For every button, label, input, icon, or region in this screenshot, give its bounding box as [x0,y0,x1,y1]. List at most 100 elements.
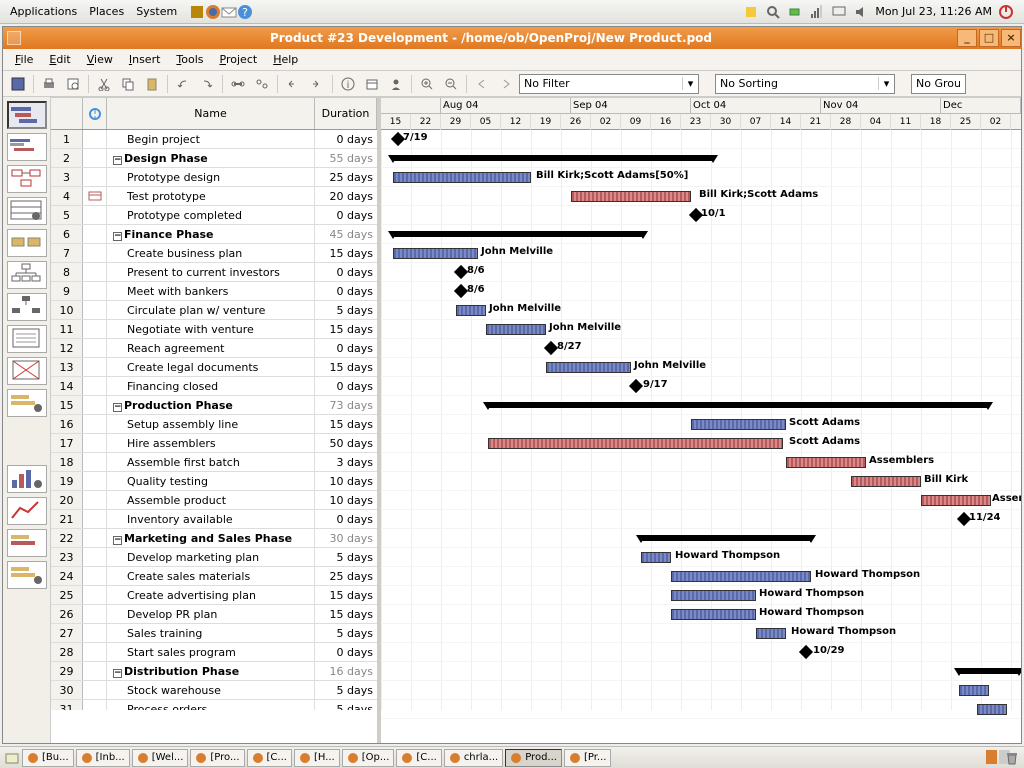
close-button[interactable]: × [1001,29,1021,47]
network-icon[interactable] [809,4,825,20]
taskbar-item[interactable]: [Op... [342,749,395,767]
duration-cell[interactable]: 0 days [315,206,377,224]
task-name-cell[interactable]: −Finance Phase [107,225,315,243]
table-row[interactable]: 13Create legal documents15 days [51,358,377,377]
print-button[interactable] [38,74,60,94]
task-bar[interactable] [486,324,546,335]
table-row[interactable]: 5Prototype completed0 days [51,206,377,225]
titlebar[interactable]: Product #23 Development - /home/ob/OpenP… [3,27,1021,49]
table-row[interactable]: 25Create advertising plan15 days [51,586,377,605]
assign-button[interactable] [385,74,407,94]
task-name-cell[interactable]: Prototype completed [107,206,315,224]
save-button[interactable] [7,74,29,94]
menu-view[interactable]: View [79,51,121,68]
task-name-cell[interactable]: −Production Phase [107,396,315,414]
firefox-icon[interactable] [205,4,221,20]
redo-button[interactable] [196,74,218,94]
cut-button[interactable] [93,74,115,94]
duration-cell[interactable]: 10 days [315,491,377,509]
view-chart-button[interactable] [7,497,47,525]
table-row[interactable]: 9Meet with bankers0 days [51,282,377,301]
task-name-cell[interactable]: Stock warehouse [107,681,315,699]
task-name-cell[interactable]: Meet with bankers [107,282,315,300]
taskbar-item[interactable]: [C... [247,749,292,767]
task-bar[interactable] [671,571,811,582]
table-row[interactable]: 2−Design Phase55 days [51,149,377,168]
calendar-button[interactable] [361,74,383,94]
nav-forward-button[interactable] [495,74,517,94]
col-name[interactable]: Name [107,98,315,129]
table-row[interactable]: 26Develop PR plan15 days [51,605,377,624]
battery-icon[interactable] [787,4,803,20]
duration-cell[interactable]: 15 days [315,320,377,338]
table-row[interactable]: 18Assemble first batch3 days [51,453,377,472]
view-report-button[interactable] [7,325,47,353]
view-noview-button[interactable] [7,357,47,385]
duration-cell[interactable]: 45 days [315,225,377,243]
duration-cell[interactable]: 5 days [315,681,377,699]
copy-button[interactable] [117,74,139,94]
gnome-menu-apps[interactable]: Applications [4,3,83,20]
summary-bar[interactable] [393,155,713,161]
table-row[interactable]: 31Process orders5 days [51,700,377,710]
task-bar[interactable] [977,704,1007,715]
summary-bar[interactable] [959,668,1019,674]
duration-cell[interactable]: 0 days [315,643,377,661]
task-name-cell[interactable]: Prototype design [107,168,315,186]
table-row[interactable]: 17Hire assemblers50 days [51,434,377,453]
zoom-in-button[interactable] [416,74,438,94]
table-row[interactable]: 21Inventory available0 days [51,510,377,529]
unlink-button[interactable] [251,74,273,94]
duration-cell[interactable]: 10 days [315,472,377,490]
taskbar-item[interactable]: [Inb... [76,749,130,767]
view-rbs-button[interactable] [7,293,47,321]
duration-cell[interactable]: 5 days [315,624,377,642]
updates-icon[interactable] [743,4,759,20]
view-wbs-button[interactable] [7,261,47,289]
workspace-switcher-icon[interactable] [986,750,1002,766]
menu-insert[interactable]: Insert [121,51,169,68]
col-duration[interactable]: Duration [315,98,377,129]
summary-bar[interactable] [393,231,643,237]
collapse-icon[interactable]: − [113,669,122,678]
task-name-cell[interactable]: Develop marketing plan [107,548,315,566]
zoom-out-button[interactable] [440,74,462,94]
task-name-cell[interactable]: Test prototype [107,187,315,205]
outdent-button[interactable] [282,74,304,94]
trash-icon[interactable] [1004,750,1020,766]
task-bar[interactable] [921,495,991,506]
table-row[interactable]: 14Financing closed0 days [51,377,377,396]
duration-cell[interactable]: 0 days [315,282,377,300]
panel-icon[interactable] [189,4,205,20]
duration-cell[interactable]: 5 days [315,700,377,710]
display-icon[interactable] [831,4,847,20]
table-row[interactable]: 24Create sales materials25 days [51,567,377,586]
show-desktop-icon[interactable] [4,750,20,766]
view-gantt-button[interactable] [7,101,47,129]
task-bar[interactable] [393,172,531,183]
task-bar[interactable] [456,305,486,316]
menu-tools[interactable]: Tools [168,51,211,68]
nav-back-button[interactable] [471,74,493,94]
gantt-chart[interactable]: Aug 04Sep 04Oct 04Nov 04Dec1522290512192… [381,98,1021,743]
table-row[interactable]: 27Sales training5 days [51,624,377,643]
task-name-cell[interactable]: Start sales program [107,643,315,661]
indent-button[interactable] [306,74,328,94]
task-name-cell[interactable]: Begin project [107,130,315,148]
task-name-cell[interactable]: Negotiate with venture [107,320,315,338]
collapse-icon[interactable]: − [113,536,122,545]
task-bar[interactable] [671,590,756,601]
undo-button[interactable] [172,74,194,94]
menu-project[interactable]: Project [212,51,266,68]
task-name-cell[interactable]: Sales training [107,624,315,642]
table-row[interactable]: 19Quality testing10 days [51,472,377,491]
task-bar[interactable] [959,685,989,696]
duration-cell[interactable]: 15 days [315,586,377,604]
taskbar-item[interactable]: Prod... [505,749,562,767]
help-icon[interactable]: ? [237,4,253,20]
collapse-icon[interactable]: − [113,232,122,241]
mail-icon[interactable] [221,4,237,20]
table-row[interactable]: 6−Finance Phase45 days [51,225,377,244]
table-row[interactable]: 1Begin project0 days [51,130,377,149]
volume-icon[interactable] [853,4,869,20]
